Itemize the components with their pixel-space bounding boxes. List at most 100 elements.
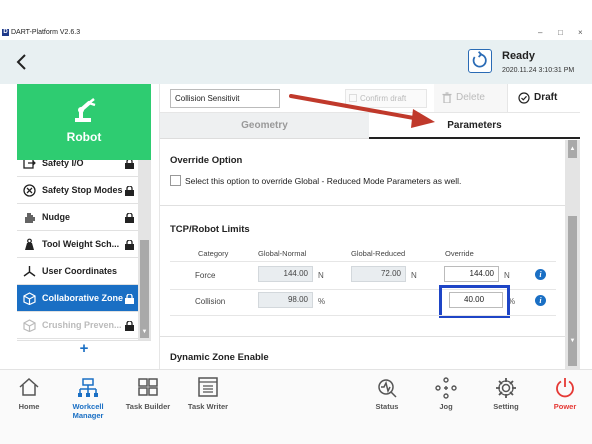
annotation-highlight-box	[439, 285, 510, 318]
header: Ready 2020.11.24 3:10:31 PM	[0, 40, 592, 84]
main-panel: Confirm draft Delete Draft Geometry Para…	[159, 84, 580, 369]
row-category-collision: Collision	[195, 297, 226, 306]
scroll-down-arrow-icon[interactable]: ▼	[568, 316, 577, 366]
nav-power[interactable]: Power	[540, 370, 590, 418]
status-indicator-button[interactable]	[468, 49, 492, 73]
tab-geometry[interactable]: Geometry	[160, 113, 369, 139]
override-checkbox[interactable]	[170, 175, 181, 186]
column-header-global-normal: Global-Normal	[258, 249, 307, 258]
dynamic-zone-section-title: Dynamic Zone Enable	[170, 352, 269, 363]
nav-jog[interactable]: Jog	[421, 370, 471, 418]
nav-label: Setting	[493, 402, 519, 411]
sidebar-item-label: Tool Weight Sch...	[42, 239, 120, 249]
section-divider	[160, 205, 565, 206]
nav-label: Status	[375, 402, 399, 411]
sidebar-item-label: User Coordinates	[42, 266, 118, 276]
sidebar: Robot Safety I/O Safety Stop Modes Nudge…	[17, 84, 151, 357]
force-override-input[interactable]: 144.00	[444, 266, 499, 282]
sidebar-item-label: Safety Stop Modes	[42, 185, 123, 195]
chevron-left-icon	[16, 54, 26, 70]
nav-status[interactable]: Status	[362, 370, 412, 418]
sidebar-item-nudge[interactable]: Nudge	[17, 204, 138, 231]
sidebar-item-user-coordinates[interactable]: User Coordinates	[17, 258, 138, 285]
override-checkbox-label: Select this option to override Global - …	[185, 176, 462, 186]
tab-parameters[interactable]: Parameters	[369, 113, 580, 139]
maximize-button[interactable]: □	[558, 29, 563, 37]
scroll-up-arrow-icon[interactable]: ▲	[568, 140, 577, 158]
app-title: DART-Platform V2.6.3	[11, 29, 81, 36]
delete-button[interactable]: Delete	[434, 84, 507, 112]
content-scrollbar[interactable]: ▲ ▼	[565, 140, 580, 369]
back-button[interactable]	[12, 52, 32, 72]
confirm-draft-label: Confirm draft	[360, 94, 407, 103]
task-builder-icon	[138, 378, 158, 396]
scrollbar-thumb[interactable]	[140, 240, 149, 326]
table-divider	[170, 261, 556, 262]
lock-icon	[125, 160, 134, 169]
sidebar-item-crushing-prevention[interactable]: Crushing Preven...	[17, 312, 138, 339]
sidebar-item-label: Nudge	[42, 212, 70, 222]
sidebar-item-label: Safety I/O	[42, 160, 84, 168]
collision-global-normal-unit: %	[318, 297, 326, 306]
status-icon	[378, 379, 397, 398]
refresh-icon	[472, 51, 487, 68]
lock-icon	[125, 240, 134, 250]
limits-section-title: TCP/Robot Limits	[170, 224, 250, 235]
app-logo: D	[2, 29, 9, 36]
force-global-normal-unit: N	[318, 271, 324, 280]
force-global-reduced-unit: N	[411, 271, 417, 280]
sidebar-item-collaborative-zone[interactable]: Collaborative Zone	[17, 285, 138, 312]
power-icon	[556, 378, 574, 398]
info-icon[interactable]: i	[535, 269, 546, 280]
nav-workcell-manager[interactable]: Workcell Manager	[56, 370, 120, 420]
force-global-reduced-value: 72.00	[351, 266, 406, 282]
column-header-global-reduced: Global-Reduced	[351, 249, 406, 258]
lock-icon	[125, 321, 134, 331]
sidebar-item-tool-weight[interactable]: Tool Weight Sch...	[17, 231, 138, 258]
column-header-override: Override	[445, 249, 474, 258]
cube-icon	[23, 292, 36, 305]
lock-icon	[125, 213, 134, 223]
draft-label: Draft	[534, 92, 558, 103]
sidebar-list: Safety I/O Safety Stop Modes Nudge Tool …	[17, 160, 138, 340]
io-icon	[23, 160, 36, 169]
nav-task-writer[interactable]: Task Writer	[182, 370, 234, 418]
add-item-button[interactable]: +	[17, 340, 151, 357]
status-timestamp: 2020.11.24 3:10:31 PM	[502, 67, 575, 74]
hand-icon	[25, 213, 35, 223]
table-divider	[170, 315, 556, 316]
nav-label: Power	[553, 402, 577, 411]
close-button[interactable]: ×	[578, 29, 583, 37]
title-bar: D DART-Platform V2.6.3 – □ ×	[0, 0, 592, 40]
force-global-normal-value: 144.00	[258, 266, 313, 282]
jog-icon	[435, 377, 457, 399]
sidebar-item-label: Collaborative Zone	[42, 293, 124, 303]
minimize-button[interactable]: –	[538, 29, 542, 37]
row-category-force: Force	[195, 271, 216, 280]
status-title: Ready	[502, 50, 536, 62]
tab-bar: Geometry Parameters	[160, 113, 580, 139]
sidebar-item-safety-io[interactable]: Safety I/O	[17, 160, 138, 177]
info-icon[interactable]: i	[535, 295, 546, 306]
nav-task-builder[interactable]: Task Builder	[122, 370, 174, 418]
nav-setting[interactable]: Setting	[481, 370, 531, 418]
bottom-nav: Home Workcell Manager Task Builder Task …	[0, 369, 592, 444]
robot-tile[interactable]: Robot	[17, 84, 151, 160]
stop-icon	[23, 184, 36, 197]
nav-label: Task Builder	[125, 402, 171, 411]
delete-label: Delete	[456, 92, 485, 103]
sidebar-item-label: Crushing Preven...	[42, 320, 122, 330]
scroll-down-arrow-icon[interactable]: ▼	[140, 326, 149, 338]
scrollbar-thumb[interactable]	[568, 216, 577, 316]
robot-label: Robot	[66, 130, 102, 144]
zone-name-input[interactable]	[170, 89, 280, 108]
nav-home[interactable]: Home	[4, 370, 54, 418]
lock-icon	[125, 186, 134, 196]
sidebar-item-safety-stop-modes[interactable]: Safety Stop Modes	[17, 177, 138, 204]
draft-button[interactable]: Draft	[507, 84, 580, 112]
sidebar-scrollbar[interactable]: ▼	[138, 160, 151, 340]
nav-label: Jog	[439, 402, 453, 411]
task-writer-icon	[198, 377, 218, 397]
confirm-draft-checkbox[interactable]: Confirm draft	[345, 89, 427, 108]
force-override-unit: N	[504, 271, 510, 280]
